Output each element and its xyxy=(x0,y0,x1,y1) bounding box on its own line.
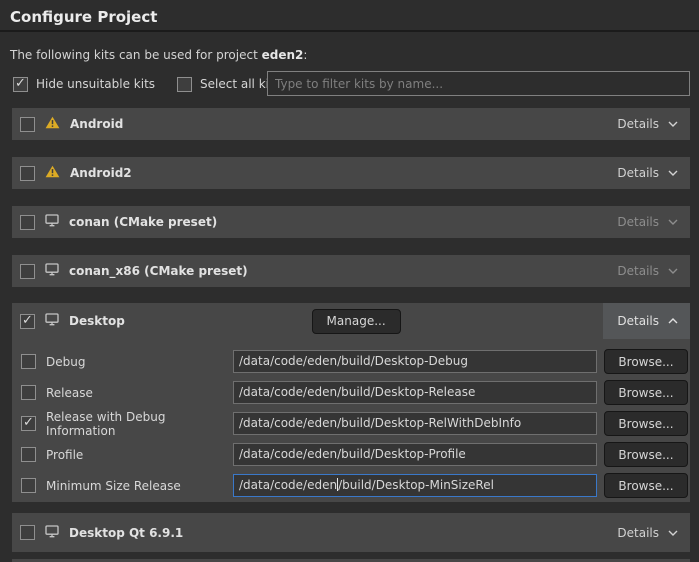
config-left: Release with Debug Information xyxy=(21,410,233,438)
config-left: Debug xyxy=(21,354,233,369)
kit-name: conan (CMake preset) xyxy=(69,215,217,229)
build-dir-input[interactable]: /data/code/eden/build/Desktop-Debug xyxy=(233,350,597,373)
kit-row-android2: Android2 Details xyxy=(12,157,690,189)
config-label: Debug xyxy=(46,355,85,369)
config-label: Minimum Size Release xyxy=(46,479,181,493)
details-button[interactable]: Details xyxy=(603,303,690,339)
kit-name: Desktop Qt 6.9.1 xyxy=(69,526,183,540)
project-name: eden2 xyxy=(262,48,304,62)
title-divider xyxy=(0,30,699,32)
config-left: Profile xyxy=(21,447,233,462)
details-button[interactable]: Details xyxy=(603,255,690,287)
details-button[interactable]: Details xyxy=(603,157,690,189)
kit-checkbox[interactable] xyxy=(20,314,35,329)
config-label: Profile xyxy=(46,448,83,462)
kit-row-conan: conan (CMake preset) Details xyxy=(12,206,690,238)
kit-name: Android xyxy=(70,117,123,131)
config-label: Release with Debug Information xyxy=(46,410,233,438)
kit-row-conan-x86: conan_x86 (CMake preset) Details xyxy=(12,255,690,287)
monitor-icon xyxy=(45,263,59,279)
kit-name: Desktop xyxy=(69,314,125,328)
kit-name: conan_x86 (CMake preset) xyxy=(69,264,248,278)
hide-unsuitable-kits-checkbox-group[interactable]: Hide unsuitable kits xyxy=(13,77,155,92)
page-title: Configure Project xyxy=(10,8,157,26)
config-left: Release xyxy=(21,385,233,400)
select-all-checkbox[interactable] xyxy=(177,77,192,92)
details-label: Details xyxy=(617,117,659,131)
build-dir-input[interactable]: /data/code/eden/build/Desktop-Release xyxy=(233,381,597,404)
kit-checkbox[interactable] xyxy=(20,215,35,230)
details-label: Details xyxy=(617,215,659,229)
details-label: Details xyxy=(617,314,659,328)
hide-unsuitable-checkbox[interactable] xyxy=(13,77,28,92)
kit-name: Android2 xyxy=(70,166,132,180)
monitor-icon xyxy=(45,525,59,541)
build-config-row-release: Release /data/code/eden/build/Desktop-Re… xyxy=(12,380,690,405)
chevron-down-icon xyxy=(667,120,679,128)
path-before-caret: /data/code/eden xyxy=(239,478,337,492)
build-dir-input[interactable]: /data/code/eden/build/Desktop-Profile xyxy=(233,443,597,466)
config-checkbox[interactable] xyxy=(21,385,36,400)
kit-checkbox[interactable] xyxy=(20,166,35,181)
chevron-up-icon xyxy=(667,317,679,325)
kit-checkbox[interactable] xyxy=(20,117,35,132)
details-button[interactable]: Details xyxy=(603,108,690,140)
manage-kits-button[interactable]: Manage... xyxy=(312,309,401,334)
kit-header: Desktop Manage... Details xyxy=(12,303,690,339)
path-after-caret: /build/Desktop-MinSizeRel xyxy=(338,478,494,492)
kit-row-desktop-qt: Desktop Qt 6.9.1 Details xyxy=(12,513,690,552)
monitor-icon xyxy=(45,214,59,230)
details-label: Details xyxy=(617,166,659,180)
kit-row-desktop-expanded: Desktop Manage... Details Debug /data/co… xyxy=(12,303,690,502)
intro-before: The following kits can be used for proje… xyxy=(10,48,262,62)
warning-icon xyxy=(45,116,60,132)
config-checkbox[interactable] xyxy=(21,447,36,462)
warning-icon xyxy=(45,165,60,181)
kit-checkbox[interactable] xyxy=(20,525,35,540)
hide-unsuitable-label: Hide unsuitable kits xyxy=(36,77,155,91)
browse-button[interactable]: Browse... xyxy=(604,442,688,467)
build-dir-input[interactable]: /data/code/eden/build/Desktop-RelWithDeb… xyxy=(233,412,597,435)
select-all-kits-checkbox-group[interactable]: Select all kits xyxy=(177,77,280,92)
intro-text: The following kits can be used for proje… xyxy=(10,48,307,62)
browse-button[interactable]: Browse... xyxy=(604,473,688,498)
config-label: Release xyxy=(46,386,93,400)
monitor-icon xyxy=(45,313,59,329)
kit-checkbox[interactable] xyxy=(20,264,35,279)
kit-row-android: Android Details xyxy=(12,108,690,140)
build-config-row-profile: Profile /data/code/eden/build/Desktop-Pr… xyxy=(12,442,690,467)
details-label: Details xyxy=(617,526,659,540)
chevron-down-icon xyxy=(667,267,679,275)
browse-button[interactable]: Browse... xyxy=(604,380,688,405)
configure-project-dialog: Configure Project The following kits can… xyxy=(0,0,699,562)
details-label: Details xyxy=(617,264,659,278)
kit-filter-input[interactable] xyxy=(267,71,690,96)
build-config-row-relwithdebinfo: Release with Debug Information /data/cod… xyxy=(12,411,690,436)
build-config-row-minsizerel: Minimum Size Release /data/code/eden/bui… xyxy=(12,473,690,498)
config-checkbox[interactable] xyxy=(21,478,36,493)
config-left: Minimum Size Release xyxy=(21,478,233,493)
config-checkbox[interactable] xyxy=(21,416,36,431)
build-config-row-debug: Debug /data/code/eden/build/Desktop-Debu… xyxy=(12,349,690,374)
browse-button[interactable]: Browse... xyxy=(604,349,688,374)
config-checkbox[interactable] xyxy=(21,354,36,369)
kit-filter-controls: Hide unsuitable kits Select all kits xyxy=(13,74,302,94)
chevron-down-icon xyxy=(667,169,679,177)
chevron-down-icon xyxy=(667,218,679,226)
browse-button[interactable]: Browse... xyxy=(604,411,688,436)
intro-after: : xyxy=(303,48,307,62)
details-button[interactable]: Details xyxy=(603,513,690,552)
details-button[interactable]: Details xyxy=(603,206,690,238)
build-dir-input-focused[interactable]: /data/code/eden/build/Desktop-MinSizeRel xyxy=(233,474,597,497)
chevron-down-icon xyxy=(667,529,679,537)
